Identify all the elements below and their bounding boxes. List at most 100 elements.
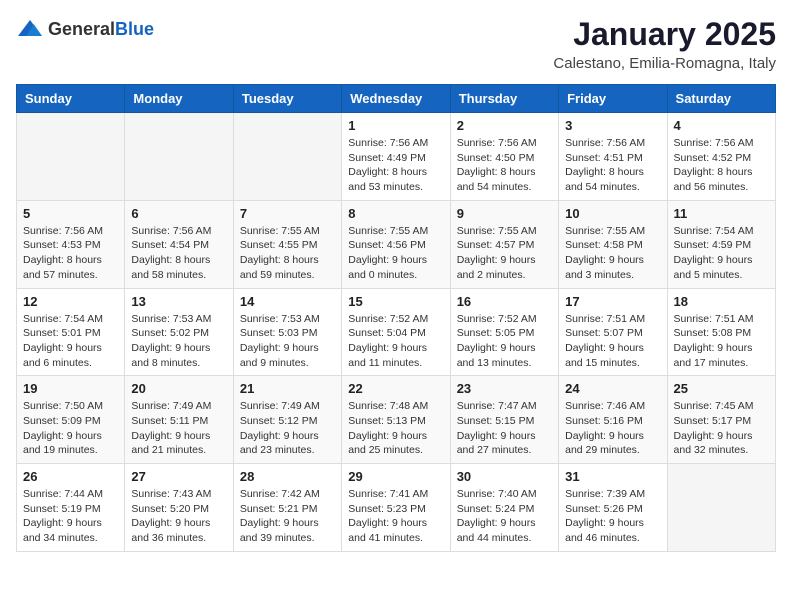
calendar: SundayMondayTuesdayWednesdayThursdayFrid… — [16, 84, 776, 552]
day-info-7: Sunrise: 7:55 AM Sunset: 4:55 PM Dayligh… — [240, 224, 335, 283]
day-cell-21: 21 Sunrise: 7:49 AM Sunset: 5:12 PM Dayli… — [233, 376, 341, 464]
calendar-body: 1 Sunrise: 7:56 AM Sunset: 4:49 PM Daylig… — [17, 113, 776, 552]
day-info-15: Sunrise: 7:52 AM Sunset: 5:04 PM Dayligh… — [348, 312, 443, 371]
day-number-30: 30 — [457, 469, 552, 484]
day-number-18: 18 — [674, 294, 769, 309]
day-cell-28: 28 Sunrise: 7:42 AM Sunset: 5:21 PM Dayli… — [233, 464, 341, 552]
day-number-12: 12 — [23, 294, 118, 309]
day-cell-30: 30 Sunrise: 7:40 AM Sunset: 5:24 PM Dayli… — [450, 464, 558, 552]
day-info-9: Sunrise: 7:55 AM Sunset: 4:57 PM Dayligh… — [457, 224, 552, 283]
empty-cell — [17, 113, 125, 201]
day-number-13: 13 — [131, 294, 226, 309]
logo-general: General — [48, 19, 115, 39]
day-info-14: Sunrise: 7:53 AM Sunset: 5:03 PM Dayligh… — [240, 312, 335, 371]
day-cell-17: 17 Sunrise: 7:51 AM Sunset: 5:07 PM Dayli… — [559, 288, 667, 376]
day-number-19: 19 — [23, 381, 118, 396]
day-cell-12: 12 Sunrise: 7:54 AM Sunset: 5:01 PM Dayli… — [17, 288, 125, 376]
day-cell-29: 29 Sunrise: 7:41 AM Sunset: 5:23 PM Dayli… — [342, 464, 450, 552]
empty-cell — [667, 464, 775, 552]
day-number-22: 22 — [348, 381, 443, 396]
day-info-31: Sunrise: 7:39 AM Sunset: 5:26 PM Dayligh… — [565, 487, 660, 546]
weekday-saturday: Saturday — [667, 85, 775, 113]
day-cell-7: 7 Sunrise: 7:55 AM Sunset: 4:55 PM Daylig… — [233, 200, 341, 288]
day-number-4: 4 — [674, 118, 769, 133]
day-info-10: Sunrise: 7:55 AM Sunset: 4:58 PM Dayligh… — [565, 224, 660, 283]
day-cell-23: 23 Sunrise: 7:47 AM Sunset: 5:15 PM Dayli… — [450, 376, 558, 464]
empty-cell — [233, 113, 341, 201]
header: GeneralBlue January 2025 Calestano, Emil… — [16, 16, 776, 72]
logo-blue: Blue — [115, 19, 154, 39]
day-info-2: Sunrise: 7:56 AM Sunset: 4:50 PM Dayligh… — [457, 136, 552, 195]
day-cell-8: 8 Sunrise: 7:55 AM Sunset: 4:56 PM Daylig… — [342, 200, 450, 288]
month-title: January 2025 — [553, 16, 776, 53]
day-number-14: 14 — [240, 294, 335, 309]
day-number-7: 7 — [240, 206, 335, 221]
day-cell-6: 6 Sunrise: 7:56 AM Sunset: 4:54 PM Daylig… — [125, 200, 233, 288]
day-info-13: Sunrise: 7:53 AM Sunset: 5:02 PM Dayligh… — [131, 312, 226, 371]
weekday-friday: Friday — [559, 85, 667, 113]
day-cell-18: 18 Sunrise: 7:51 AM Sunset: 5:08 PM Dayli… — [667, 288, 775, 376]
day-info-24: Sunrise: 7:46 AM Sunset: 5:16 PM Dayligh… — [565, 399, 660, 458]
day-cell-3: 3 Sunrise: 7:56 AM Sunset: 4:51 PM Daylig… — [559, 113, 667, 201]
day-info-1: Sunrise: 7:56 AM Sunset: 4:49 PM Dayligh… — [348, 136, 443, 195]
day-number-23: 23 — [457, 381, 552, 396]
day-number-3: 3 — [565, 118, 660, 133]
day-cell-13: 13 Sunrise: 7:53 AM Sunset: 5:02 PM Dayli… — [125, 288, 233, 376]
day-info-23: Sunrise: 7:47 AM Sunset: 5:15 PM Dayligh… — [457, 399, 552, 458]
logo-icon — [16, 16, 44, 44]
day-number-27: 27 — [131, 469, 226, 484]
weekday-wednesday: Wednesday — [342, 85, 450, 113]
day-number-20: 20 — [131, 381, 226, 396]
day-info-18: Sunrise: 7:51 AM Sunset: 5:08 PM Dayligh… — [674, 312, 769, 371]
logo: GeneralBlue — [16, 16, 154, 44]
day-info-6: Sunrise: 7:56 AM Sunset: 4:54 PM Dayligh… — [131, 224, 226, 283]
weekday-tuesday: Tuesday — [233, 85, 341, 113]
day-number-15: 15 — [348, 294, 443, 309]
title-area: January 2025 Calestano, Emilia-Romagna, … — [553, 16, 776, 72]
day-number-1: 1 — [348, 118, 443, 133]
day-number-17: 17 — [565, 294, 660, 309]
day-cell-26: 26Sunrise: 7:44 AM Sunset: 5:19 PM Dayli… — [17, 464, 125, 552]
day-number-25: 25 — [674, 381, 769, 396]
weekday-header: SundayMondayTuesdayWednesdayThursdayFrid… — [17, 85, 776, 113]
location-title: Calestano, Emilia-Romagna, Italy — [553, 55, 776, 72]
day-info-29: Sunrise: 7:41 AM Sunset: 5:23 PM Dayligh… — [348, 487, 443, 546]
day-cell-24: 24Sunrise: 7:46 AM Sunset: 5:16 PM Dayli… — [559, 376, 667, 464]
day-info-8: Sunrise: 7:55 AM Sunset: 4:56 PM Dayligh… — [348, 224, 443, 283]
day-info-28: Sunrise: 7:42 AM Sunset: 5:21 PM Dayligh… — [240, 487, 335, 546]
day-number-11: 11 — [674, 206, 769, 221]
empty-cell — [125, 113, 233, 201]
day-number-9: 9 — [457, 206, 552, 221]
day-number-21: 21 — [240, 381, 335, 396]
day-number-31: 31 — [565, 469, 660, 484]
day-info-17: Sunrise: 7:51 AM Sunset: 5:07 PM Dayligh… — [565, 312, 660, 371]
day-cell-22: 22 Sunrise: 7:48 AM Sunset: 5:13 PM Dayli… — [342, 376, 450, 464]
day-info-20: Sunrise: 7:49 AM Sunset: 5:11 PM Dayligh… — [131, 399, 226, 458]
day-number-2: 2 — [457, 118, 552, 133]
day-info-3: Sunrise: 7:56 AM Sunset: 4:51 PM Dayligh… — [565, 136, 660, 195]
day-info-22: Sunrise: 7:48 AM Sunset: 5:13 PM Dayligh… — [348, 399, 443, 458]
day-info-12: Sunrise: 7:54 AM Sunset: 5:01 PM Dayligh… — [23, 312, 118, 371]
day-number-16: 16 — [457, 294, 552, 309]
day-info-30: Sunrise: 7:40 AM Sunset: 5:24 PM Dayligh… — [457, 487, 552, 546]
day-cell-9: 9 Sunrise: 7:55 AM Sunset: 4:57 PM Daylig… — [450, 200, 558, 288]
weekday-sunday: Sunday — [17, 85, 125, 113]
day-cell-27: 27Sunrise: 7:43 AM Sunset: 5:20 PM Dayli… — [125, 464, 233, 552]
weekday-thursday: Thursday — [450, 85, 558, 113]
day-cell-2: 2 Sunrise: 7:56 AM Sunset: 4:50 PM Daylig… — [450, 113, 558, 201]
day-cell-11: 11Sunrise: 7:54 AM Sunset: 4:59 PM Dayli… — [667, 200, 775, 288]
day-number-8: 8 — [348, 206, 443, 221]
day-number-10: 10 — [565, 206, 660, 221]
week-row-5: 26Sunrise: 7:44 AM Sunset: 5:19 PM Dayli… — [17, 464, 776, 552]
day-cell-1: 1 Sunrise: 7:56 AM Sunset: 4:49 PM Daylig… — [342, 113, 450, 201]
weekday-monday: Monday — [125, 85, 233, 113]
day-number-29: 29 — [348, 469, 443, 484]
day-number-28: 28 — [240, 469, 335, 484]
day-cell-31: 31 Sunrise: 7:39 AM Sunset: 5:26 PM Dayli… — [559, 464, 667, 552]
day-cell-15: 15 Sunrise: 7:52 AM Sunset: 5:04 PM Dayli… — [342, 288, 450, 376]
day-number-6: 6 — [131, 206, 226, 221]
day-info-5: Sunrise: 7:56 AM Sunset: 4:53 PM Dayligh… — [23, 224, 118, 283]
day-info-21: Sunrise: 7:49 AM Sunset: 5:12 PM Dayligh… — [240, 399, 335, 458]
day-cell-4: 4Sunrise: 7:56 AM Sunset: 4:52 PM Daylig… — [667, 113, 775, 201]
day-info-25: Sunrise: 7:45 AM Sunset: 5:17 PM Dayligh… — [674, 399, 769, 458]
